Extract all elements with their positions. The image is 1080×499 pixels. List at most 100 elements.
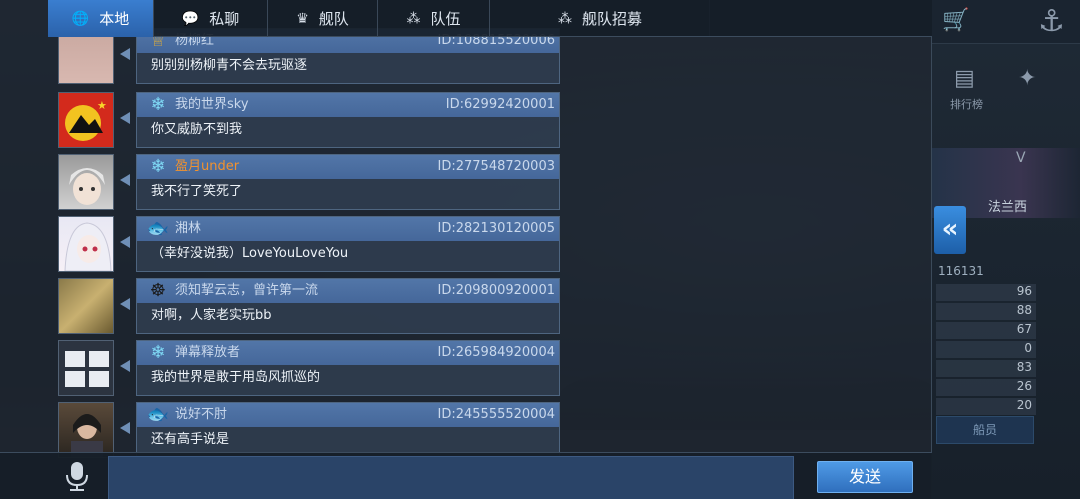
sender-name[interactable]: 盈月under [175,155,239,179]
message-header: ❄ 盈月under ID:277548720003 [137,155,559,179]
bubble-pointer [120,422,130,434]
stat-row: 0 [936,341,1036,358]
message-text: （幸好没说我）LoveYouLoveYou [151,246,349,261]
message-bubble: 🐟 湘林 ID:282130120005 （幸好没说我）LoveYouLoveY… [136,216,560,272]
chat-input-bar: 发送 [0,452,932,499]
svg-text:★: ★ [97,99,107,112]
chat-message: 🐟 湘林 ID:282130120005 （幸好没说我）LoveYouLoveY… [58,216,560,272]
message-bubble: ♕ 杨柳红 ID:108815520006 别别别杨柳青不会去玩驱逐 [136,28,560,84]
snowflake-icon: ❄ [150,156,166,177]
avatar[interactable] [58,28,114,84]
stat-row: 83 [936,360,1036,377]
fleet-emblem-icon[interactable]: ✦ [1018,66,1036,91]
message-header: ❄ 我的世界sky ID:62992420001 [137,93,559,117]
speech-bubble-icon: 💬 [181,10,200,27]
stat-value: 0 [1024,341,1032,355]
message-header: ❄ 弹幕释放者 ID:265984920004 [137,341,559,365]
bubble-pointer [120,236,130,248]
stat-row: 96 [936,284,1036,301]
avatar[interactable] [58,278,114,334]
fish-icon: 🐟 [146,404,170,425]
stat-value: 96 [1016,284,1032,298]
rank-emblem-icon: ♕ [149,30,167,51]
microphone-glyph [66,462,88,491]
tab-label: 队伍 [430,10,461,28]
bubble-pointer [120,112,130,124]
message-text: 别别别杨柳青不会去玩驱逐 [151,58,308,73]
avatar[interactable] [58,216,114,272]
tab-label: 本地 [99,10,130,28]
chat-message: ☸ 须知挈云志，曾许第一流 ID:209800920001 对啊，人家老实玩bb [58,278,560,334]
stat-value: 20 [1016,398,1032,412]
message-header: ☸ 须知挈云志，曾许第一流 ID:209800920001 [137,279,559,303]
anchor-icon[interactable]: ⚓ [1038,4,1065,39]
tab-label: 舰队 [318,10,349,28]
stat-row: 88 [936,303,1036,320]
tab-label: 舰队招募 [581,10,642,28]
message-text: 我不行了笑死了 [151,184,243,199]
team-icon: ⁂ [406,10,421,27]
ship-wheel-icon: ☸ [149,280,167,301]
avatar[interactable] [58,154,114,210]
game-logo-avatar [59,341,113,395]
ranking-icon[interactable]: ▤ [954,66,975,91]
fleet-icon: ♛ [296,10,309,27]
collapse-panel-button[interactable]: « [934,206,966,254]
bubble-pointer [120,48,130,60]
message-header: 🐟 说好不肘 ID:245555520004 [137,403,559,427]
message-text: 你又威胁不到我 [151,122,243,137]
message-text: 还有高手说是 [151,432,230,447]
chat-message: 🐟 说好不肘 ID:245555520004 还有高手说是 [58,402,560,458]
stat-value: 83 [1016,360,1032,374]
snowflake-icon: ❄ [150,94,166,115]
chat-panel: 🌐 本地 💬 私聊 ♛ 舰队 ⁂ 队伍 ⁂ 舰队招募 ♕ 杨柳红 ID:1088… [0,0,932,499]
sender-id: ID:245555520004 [437,407,555,422]
sender-name[interactable]: 我的世界sky [175,93,249,117]
sender-id: ID:209800920001 [437,283,555,298]
anime-girl-avatar [69,168,105,205]
shopping-cart-icon[interactable]: 🛒 [942,8,969,33]
avatar[interactable]: ★ [58,92,114,148]
member-button[interactable]: 船员 [936,416,1034,444]
bubble-pointer [120,360,130,372]
ship-name: 法兰西 [988,200,1028,215]
microphone-icon[interactable] [64,461,90,493]
send-button[interactable]: 发送 [817,461,913,493]
stat-row: 26 [936,379,1036,396]
message-text: 我的世界是敢于用岛风抓巡的 [151,370,321,385]
chat-message: ★ ❄ 我的世界sky ID:62992420001 你又威胁不到我 [58,92,560,148]
message-text: 对啊，人家老实玩bb [151,308,272,323]
chat-message-input[interactable] [108,456,794,499]
rank-letter: V [1016,150,1026,166]
stat-value: 88 [1016,303,1032,317]
sender-id: ID:277548720003 [437,159,555,174]
message-bubble: ❄ 我的世界sky ID:62992420001 你又威胁不到我 [136,92,560,148]
anime-girl-avatar [64,222,112,271]
fish-icon: 🐟 [146,218,170,239]
message-header: 🐟 湘林 ID:282130120005 [137,217,559,241]
sender-name[interactable]: 须知挈云志，曾许第一流 [175,279,318,303]
tab-label: 私聊 [209,10,240,28]
sender-name[interactable]: 说好不肘 [175,403,227,427]
stat-row: 20 [936,398,1036,415]
bubble-pointer [120,298,130,310]
bubble-pointer [120,174,130,186]
chat-message: ♕ 杨柳红 ID:108815520006 别别别杨柳青不会去玩驱逐 [58,28,560,84]
avatar[interactable] [58,402,114,458]
sender-name[interactable]: 湘林 [175,217,201,241]
double-chevron-left-icon: « [941,214,959,244]
sender-name[interactable]: 杨柳红 [175,29,214,53]
message-header: ♕ 杨柳红 ID:108815520006 [137,29,559,53]
fleet-id: 116131 [938,264,984,278]
message-bubble: ❄ 盈月under ID:277548720003 我不行了笑死了 [136,154,560,210]
chat-message: ❄ 弹幕释放者 ID:265984920004 我的世界是敢于用岛风抓巡的 [58,340,560,396]
stat-value: 67 [1016,322,1032,336]
avatar[interactable] [58,340,114,396]
sender-name[interactable]: 弹幕释放者 [175,341,240,365]
sender-id: ID:62992420001 [445,97,555,112]
message-bubble: ❄ 弹幕释放者 ID:265984920004 我的世界是敢于用岛风抓巡的 [136,340,560,396]
stat-value: 26 [1016,379,1032,393]
message-bubble: 🐟 说好不肘 ID:245555520004 还有高手说是 [136,402,560,458]
ranking-label: 排行榜 [950,98,983,111]
recruit-icon: ⁂ [557,10,572,27]
